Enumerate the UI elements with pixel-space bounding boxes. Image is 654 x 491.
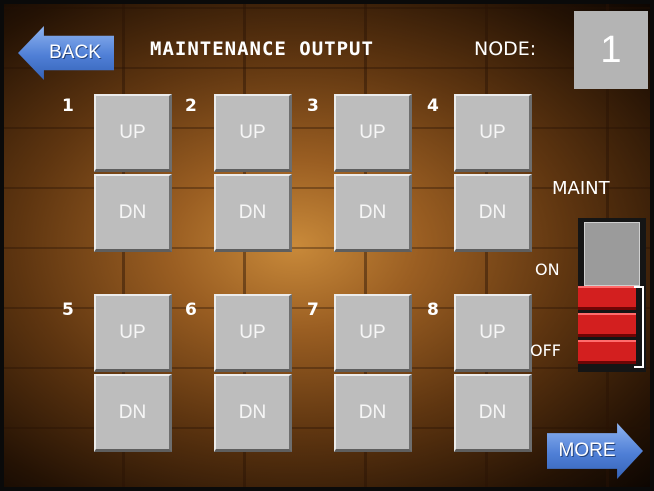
- output-6-up-button[interactable]: UP: [214, 294, 292, 372]
- node-label: NODE:: [474, 38, 537, 60]
- maint-off-label: OFF: [530, 341, 561, 360]
- maint-switch-label: MAINT: [552, 178, 610, 199]
- output-1-up-button[interactable]: UP: [94, 94, 172, 172]
- output-7-up-button[interactable]: UP: [334, 294, 412, 372]
- lever-segment: [578, 286, 636, 310]
- output-1-dn-button[interactable]: DN: [94, 174, 172, 252]
- maint-switch-upper-panel: [584, 222, 640, 286]
- maint-switch-lever[interactable]: [578, 286, 638, 368]
- output-6-dn-button[interactable]: DN: [214, 374, 292, 452]
- node-number-display[interactable]: 1: [574, 11, 648, 89]
- maintenance-output-screen: BACK MAINTENANCE OUTPUT NODE: 1 1 UP DN …: [0, 0, 654, 491]
- output-8-dn-button[interactable]: DN: [454, 374, 532, 452]
- more-button-label: MORE: [558, 440, 616, 461]
- output-2-up-button[interactable]: UP: [214, 94, 292, 172]
- output-number-4: 4: [427, 96, 439, 116]
- output-number-6: 6: [185, 300, 197, 320]
- output-8-up-button[interactable]: UP: [454, 294, 532, 372]
- output-4-dn-button[interactable]: DN: [454, 174, 532, 252]
- output-number-1: 1: [62, 96, 74, 116]
- page-title: MAINTENANCE OUTPUT: [150, 38, 374, 60]
- output-number-7: 7: [307, 300, 319, 320]
- output-number-5: 5: [62, 300, 74, 320]
- output-number-3: 3: [307, 96, 319, 116]
- output-4-up-button[interactable]: UP: [454, 94, 532, 172]
- output-5-up-button[interactable]: UP: [94, 294, 172, 372]
- more-button[interactable]: MORE: [547, 423, 643, 479]
- output-3-dn-button[interactable]: DN: [334, 174, 412, 252]
- output-number-2: 2: [185, 96, 197, 116]
- lever-bracket: [634, 286, 644, 368]
- back-button-label: BACK: [49, 42, 101, 63]
- output-number-8: 8: [427, 300, 439, 320]
- lever-segment: [578, 340, 636, 364]
- output-5-dn-button[interactable]: DN: [94, 374, 172, 452]
- back-button[interactable]: BACK: [18, 26, 114, 80]
- output-3-up-button[interactable]: UP: [334, 94, 412, 172]
- output-7-dn-button[interactable]: DN: [334, 374, 412, 452]
- output-2-dn-button[interactable]: DN: [214, 174, 292, 252]
- maint-on-label: ON: [535, 260, 560, 279]
- lever-segment: [578, 313, 636, 337]
